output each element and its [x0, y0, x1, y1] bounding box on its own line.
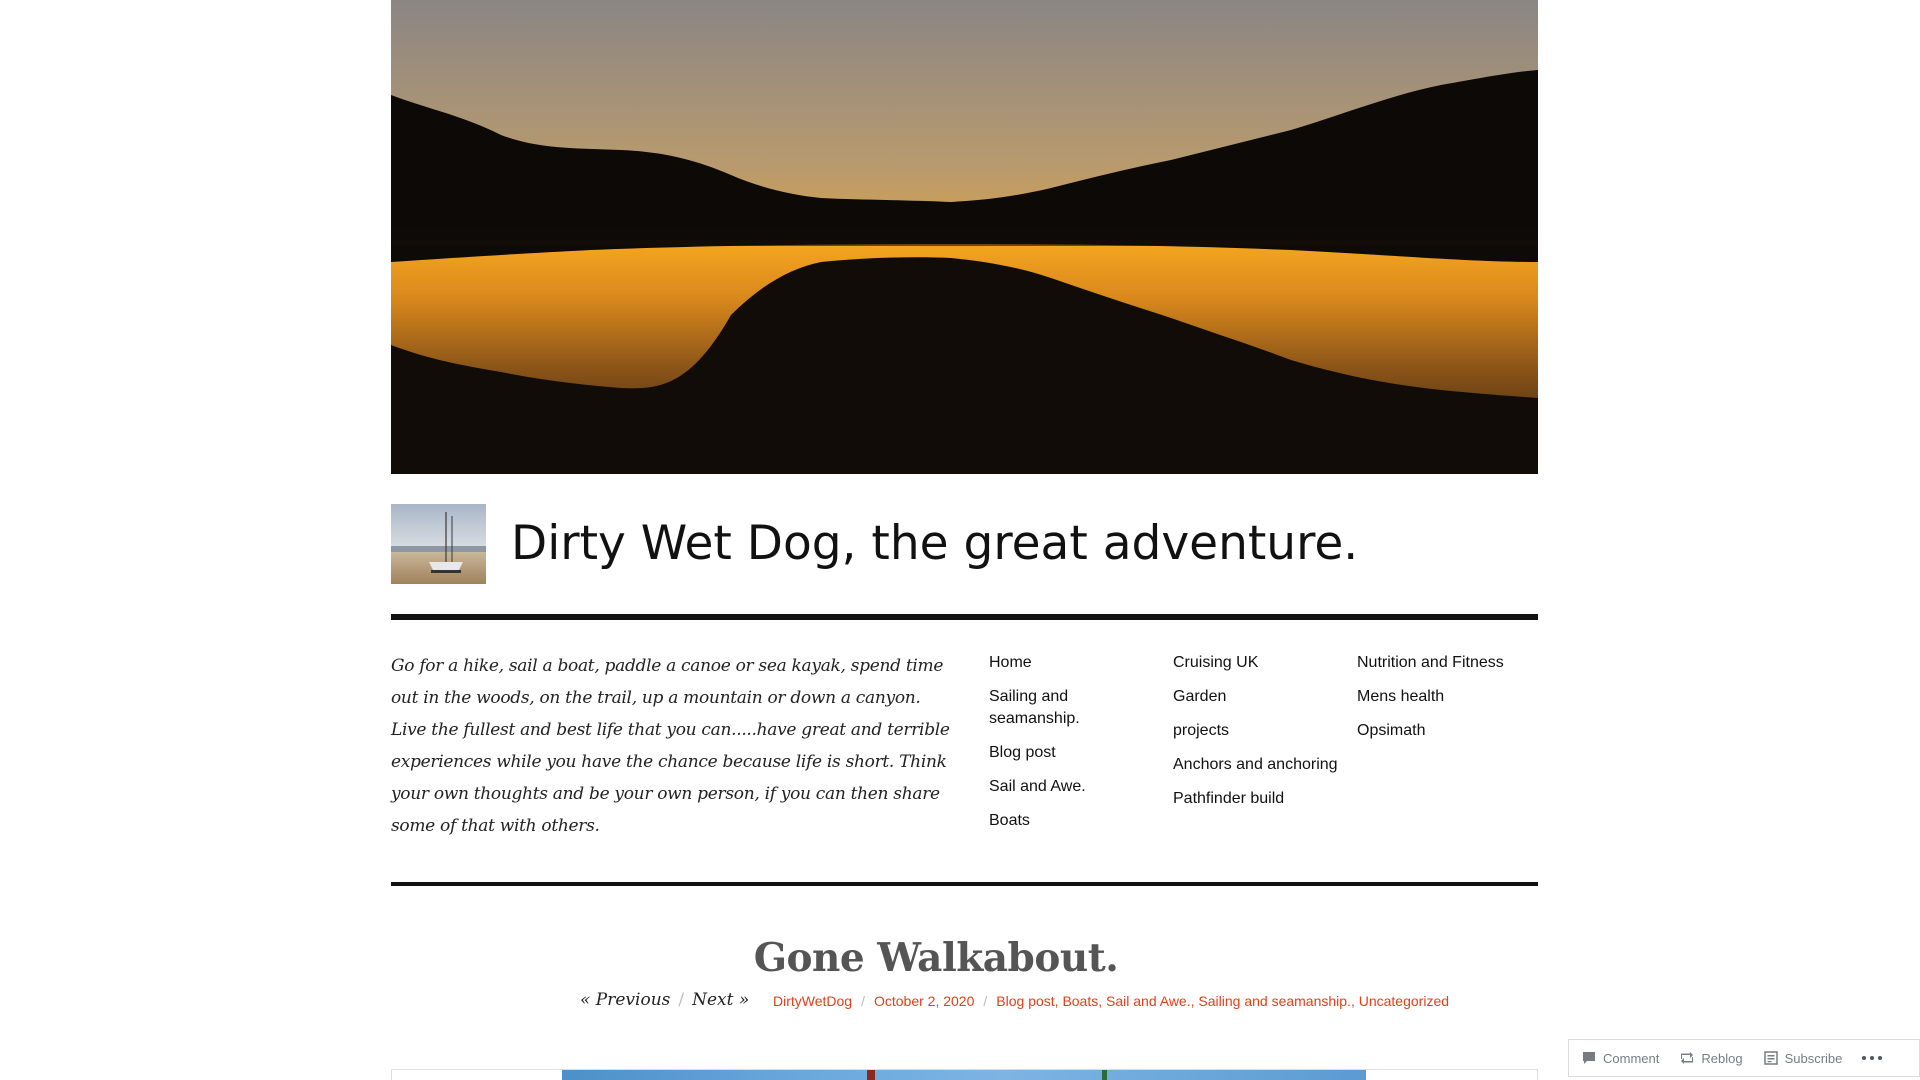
- nav-separator: /: [678, 990, 685, 1010]
- previous-post-link[interactable]: « Previous: [580, 990, 670, 1010]
- comment-icon: [1583, 1052, 1595, 1064]
- menu-item-blog-post[interactable]: Blog post: [989, 742, 1159, 764]
- site-description: Go for a hike, sail a boat, paddle a can…: [391, 656, 950, 836]
- site-logo[interactable]: [391, 504, 486, 584]
- comment-label: Comment: [1603, 1050, 1660, 1066]
- meta-separator: /: [983, 993, 988, 1009]
- menu-item-anchors-and-anchoring[interactable]: Anchors and anchoring: [1173, 754, 1343, 776]
- post-content-frame: [391, 1069, 1538, 1080]
- post-date-link[interactable]: October 2, 2020: [874, 993, 974, 1009]
- menu-item-opsimath[interactable]: Opsimath: [1357, 720, 1527, 742]
- category-link-sailing-and-seamanship[interactable]: Sailing and seamanship.: [1198, 993, 1351, 1009]
- menu-item-mens-health[interactable]: Mens health: [1357, 686, 1527, 708]
- subscribe-label: Subscribe: [1784, 1050, 1843, 1066]
- menu-item-garden[interactable]: Garden: [1173, 686, 1343, 708]
- site-branding: Dirty Wet Dog, the great adventure.: [391, 504, 1538, 584]
- menu-column-2: Cruising UK Garden projects Anchors and …: [1173, 652, 1343, 822]
- subscribe-button[interactable]: Subscribe: [1763, 1050, 1843, 1066]
- menu-item-cruising-uk[interactable]: Cruising UK: [1173, 652, 1343, 674]
- post-author-link[interactable]: DirtyWetDog: [773, 993, 852, 1009]
- next-post-link[interactable]: Next »: [692, 990, 749, 1010]
- sunset-landscape-photo: [391, 0, 1538, 474]
- menu-item-boats[interactable]: Boats: [989, 810, 1159, 832]
- image-detail: [1102, 1070, 1107, 1080]
- menu-item-pathfinder-build[interactable]: Pathfinder build: [1173, 788, 1343, 810]
- menu-item-projects[interactable]: projects: [1173, 720, 1343, 742]
- header-divider: [391, 614, 1538, 620]
- action-bar: Comment Reblog Subscribe: [1568, 1039, 1920, 1077]
- meta-separator: /: [861, 993, 865, 1009]
- menu-column-3: Nutrition and Fitness Mens health Opsima…: [1357, 652, 1527, 754]
- menu-item-nutrition-and-fitness[interactable]: Nutrition and Fitness: [1357, 652, 1527, 674]
- post-navigation: « Previous / Next »: [580, 990, 749, 1010]
- site-title[interactable]: Dirty Wet Dog, the great adventure.: [511, 504, 1358, 584]
- category-link-uncategorized[interactable]: Uncategorized: [1359, 993, 1449, 1009]
- category-link-sail-and-awe[interactable]: Sail and Awe.: [1106, 993, 1191, 1009]
- category-link-boats[interactable]: Boats: [1062, 993, 1098, 1009]
- post-title: Gone Walkabout.: [753, 935, 1119, 981]
- menu-item-sail-and-awe[interactable]: Sail and Awe.: [989, 776, 1159, 798]
- comment-button[interactable]: Comment: [1581, 1050, 1659, 1066]
- menu-item-sailing-and-seamanship[interactable]: Sailing and seamanship.: [989, 686, 1159, 730]
- menu-column-1: Home Sailing and seamanship. Blog post S…: [989, 652, 1159, 844]
- menu-item-home[interactable]: Home: [989, 652, 1159, 674]
- primary-menu: Home Sailing and seamanship. Blog post S…: [989, 652, 1549, 852]
- post-meta: DirtyWetDog / October 2, 2020/Blog post, B…: [773, 993, 1450, 1009]
- category-link-blog-post[interactable]: Blog post: [996, 993, 1054, 1009]
- more-options-icon[interactable]: [1862, 1050, 1883, 1066]
- reblog-label: Reblog: [1701, 1050, 1743, 1066]
- header-image: [391, 0, 1538, 474]
- subscribe-icon: [1763, 1051, 1778, 1065]
- post-featured-image: [562, 1070, 1366, 1080]
- reblog-button[interactable]: Reblog: [1679, 1050, 1743, 1066]
- menu-divider: [391, 882, 1538, 886]
- image-detail: [867, 1070, 875, 1080]
- reblog-icon: [1681, 1052, 1694, 1064]
